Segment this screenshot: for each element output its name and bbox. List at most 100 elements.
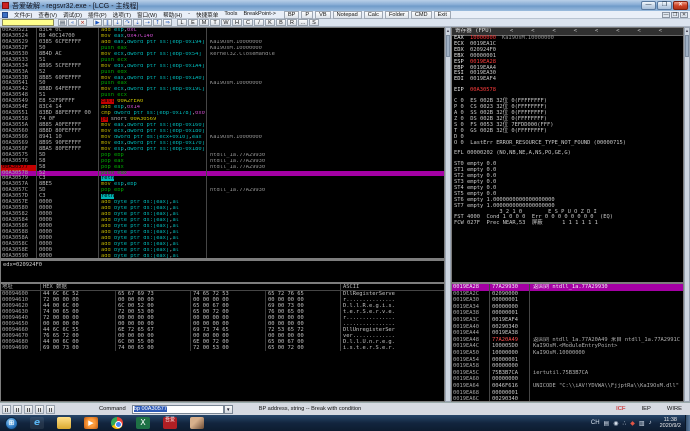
- stack-row[interactable]: 0019EA3000000001: [452, 297, 683, 304]
- menu-item-4[interactable]: 插件(P): [85, 11, 110, 19]
- photo-viewer-icon[interactable]: [190, 417, 204, 429]
- mdi-restore-button[interactable]: ❐: [671, 12, 679, 18]
- stack-row[interactable]: 0019EA640046F616UNICODE "C:\\iAV!YDVWA\\…: [452, 383, 683, 390]
- stack-row[interactable]: 0019EA5C75B3B7CAiertutil.75B3B7CA: [452, 370, 683, 377]
- dump-pane[interactable]: 地址 HEX 数据 ASCII 0009460044 6C 6C 5265 67…: [0, 283, 445, 402]
- quick-button-2[interactable]: [13, 405, 22, 414]
- stack-row[interactable]: 0019EA6000000000: [452, 376, 683, 383]
- tray-icon-4[interactable]: ◆: [630, 420, 635, 427]
- window-button-patch[interactable]: /: [254, 19, 264, 26]
- stack-row[interactable]: 0019EA3800000001: [452, 310, 683, 317]
- excel-icon[interactable]: X: [136, 417, 150, 429]
- quick-button-3[interactable]: [24, 405, 33, 414]
- window-button-E[interactable]: E: [188, 19, 198, 26]
- open-file-icon[interactable]: ▤: [58, 19, 67, 26]
- stack-row[interactable]: 0019EA5010000000KaI9OsM.10000000: [452, 350, 683, 357]
- stack-pane[interactable]: 0019EA2877A29930返回到 ntdll_1a.77A29930001…: [451, 283, 684, 402]
- command-input[interactable]: bp 00A30577: [132, 405, 224, 414]
- disassembly-pane[interactable]: 00A3052183C4 0Cadd esp,0xC00A30524B8 40C…: [0, 27, 445, 259]
- menu-item-7[interactable]: 帮助(H): [160, 11, 185, 19]
- stack-row[interactable]: 0019EA3400000000: [452, 304, 683, 311]
- menu-item-3[interactable]: 调试(D): [60, 11, 85, 19]
- menu-button-bp[interactable]: BP: [284, 11, 299, 19]
- windows-explorer-icon[interactable]: [57, 417, 71, 429]
- menu-item-11[interactable]: BreakPoint->: [240, 11, 279, 19]
- window-button-T[interactable]: T: [210, 19, 220, 26]
- window-button-H[interactable]: H: [232, 19, 242, 26]
- start-button[interactable]: ⊞: [5, 417, 18, 430]
- close-process-icon[interactable]: ×: [78, 19, 87, 26]
- window-button-R[interactable]: R: [287, 19, 297, 26]
- step-over-icon[interactable]: ↷: [123, 19, 132, 26]
- stack-row[interactable]: 0019EA2C02090000: [452, 291, 683, 298]
- window-button-W[interactable]: W: [221, 19, 231, 26]
- quick-button-1[interactable]: [2, 405, 11, 414]
- menu-button-vb[interactable]: VB: [315, 11, 330, 19]
- maximize-button[interactable]: ❐: [657, 1, 672, 10]
- menu-item-2[interactable]: 查看(V): [35, 11, 60, 19]
- window-button-trace[interactable]: ...: [298, 19, 308, 26]
- trace-over-icon[interactable]: ⇢: [143, 19, 152, 26]
- menu-item-5[interactable]: 选项(T): [110, 11, 134, 19]
- menu-item-6[interactable]: 窗口(W): [134, 11, 160, 19]
- tray-icon-5[interactable]: ▥: [639, 420, 645, 427]
- quick-button-4[interactable]: [35, 405, 44, 414]
- pause-icon[interactable]: ‖: [103, 19, 112, 26]
- window-button-M[interactable]: M: [199, 19, 209, 26]
- internet-explorer-icon[interactable]: e: [30, 417, 44, 429]
- minimize-button[interactable]: —: [641, 1, 656, 10]
- system-tray[interactable]: CH ▤◉ ∴ ◆ ▥ ♪ 11:38 2020/9/2: [591, 415, 690, 431]
- window-button-K[interactable]: K: [265, 19, 275, 26]
- menu-item-8[interactable]: -: [185, 11, 193, 19]
- 52pojie-icon[interactable]: 吾爱: [163, 417, 177, 429]
- stack-row[interactable]: 0019EA5800000000: [452, 363, 683, 370]
- menu-button-cmd[interactable]: CMD: [411, 11, 432, 19]
- menu-item-10[interactable]: Tools: [221, 11, 240, 19]
- title-bar[interactable]: 吾爱破解 - regsvr32.exe - [LCG - 主线程] — ❐ ✕: [0, 0, 690, 11]
- tray-icon-2[interactable]: ◉: [613, 420, 618, 427]
- menu-button-p[interactable]: P: [301, 11, 313, 19]
- window-button-C[interactable]: C: [243, 19, 253, 26]
- stack-row[interactable]: 0019EA440019EA38: [452, 330, 683, 337]
- stack-row[interactable]: 0019EA3C0019EAF4: [452, 317, 683, 324]
- language-indicator[interactable]: CH: [591, 420, 600, 426]
- tray-icon-1[interactable]: ▤: [604, 420, 610, 427]
- tray-icon-6[interactable]: ♪: [649, 420, 652, 427]
- menu-button-exit[interactable]: Exit: [434, 11, 451, 19]
- menu-item-9[interactable]: 快捷菜单: [193, 11, 221, 19]
- trace-into-icon[interactable]: ⇣: [133, 19, 142, 26]
- taskbar-clock[interactable]: 11:38 2020/9/2: [660, 417, 681, 430]
- show-desktop-button[interactable]: [685, 415, 690, 431]
- stack-row[interactable]: 0019EA5400000001: [452, 357, 683, 364]
- stack-row[interactable]: 0019EA6800000001: [452, 390, 683, 397]
- registers-pane[interactable]: 寄存器 (FPU) <<<<<<<< EAX10000000KaI9OsM.10…: [451, 27, 684, 283]
- menu-item-1[interactable]: 文件(F): [11, 11, 35, 19]
- command-dropdown-button[interactable]: ▼: [224, 405, 233, 414]
- tray-icon-3[interactable]: ∴: [622, 420, 626, 427]
- media-player-icon[interactable]: ▶: [84, 417, 98, 429]
- mdi-close-button[interactable]: ✕: [680, 12, 688, 18]
- close-button[interactable]: ✕: [673, 1, 688, 10]
- window-button-L[interactable]: L: [177, 19, 187, 26]
- stack-row[interactable]: 0019EA2877A29930返回到 ntdll_1a.77A29930: [452, 284, 683, 291]
- dump-row[interactable]: 0009469069 00 73 0074 00 65 0072 00 53 0…: [1, 345, 444, 351]
- menu-button-folder[interactable]: Folder: [385, 11, 409, 19]
- stack-row[interactable]: 0019EA4877A20A49返回到 ntdll_1a.77A20A49 来自…: [452, 337, 683, 344]
- restart-icon[interactable]: «: [68, 19, 77, 26]
- quick-button-5[interactable]: [46, 405, 55, 414]
- menu-button-calc[interactable]: Calc: [364, 11, 383, 19]
- disasm-scrollbar[interactable]: ▲: [445, 27, 451, 402]
- window-button-B[interactable]: B: [276, 19, 286, 26]
- run-icon[interactable]: ▶: [93, 19, 102, 26]
- window-button-S[interactable]: S: [309, 19, 319, 26]
- register-collapse-marks[interactable]: <<<<<<<<: [492, 29, 680, 35]
- right-scrollbar[interactable]: ▲: [684, 27, 690, 402]
- chrome-icon[interactable]: [111, 417, 123, 429]
- stack-row[interactable]: 0019EA4C100005D0KaI9OsM.<ModuleEntryPoin…: [452, 343, 683, 350]
- address-input[interactable]: [2, 19, 54, 26]
- mdi-minimize-button[interactable]: —: [662, 12, 670, 18]
- execute-till-return-icon[interactable]: ↑: [153, 19, 162, 26]
- goto-icon[interactable]: ⇒: [163, 19, 172, 26]
- step-into-icon[interactable]: ↓: [113, 19, 122, 26]
- menu-button-notepad[interactable]: Notepad: [333, 11, 362, 19]
